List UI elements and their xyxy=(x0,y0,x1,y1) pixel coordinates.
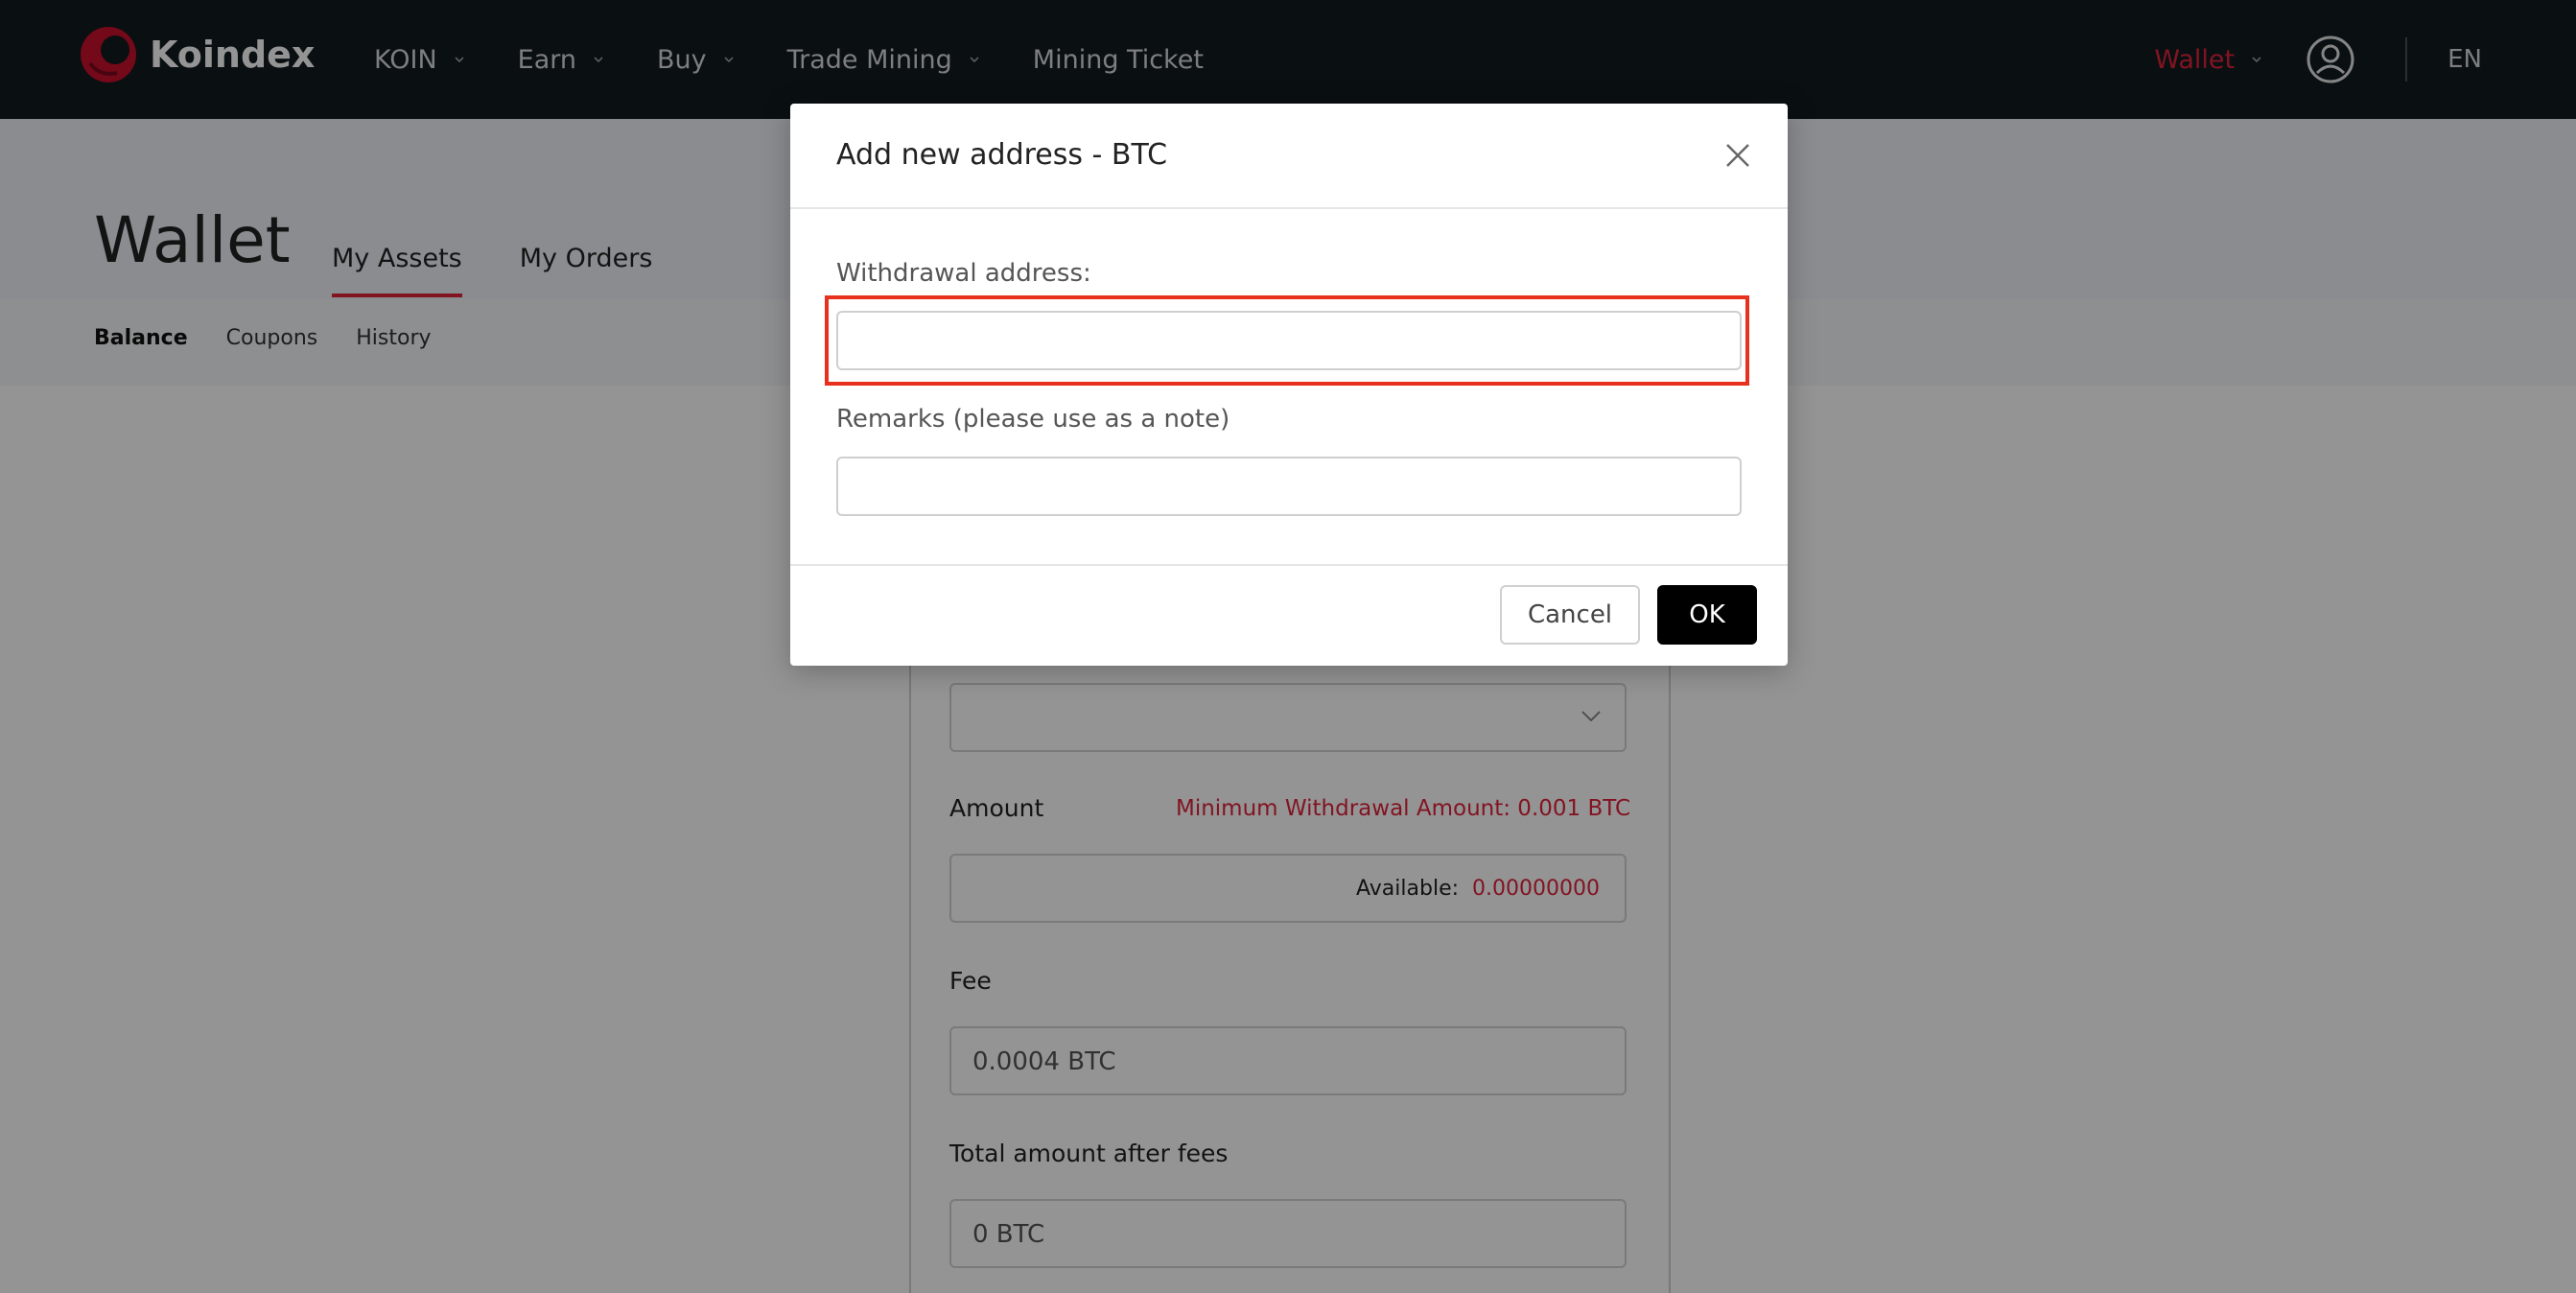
modal-footer-divider xyxy=(790,564,1788,566)
modal-header-divider xyxy=(790,207,1788,209)
cancel-button[interactable]: Cancel xyxy=(1500,585,1640,645)
add-address-modal: Add new address - BTC Withdrawal address… xyxy=(790,104,1788,666)
withdrawal-address-input[interactable] xyxy=(836,311,1742,370)
ok-button[interactable]: OK xyxy=(1657,585,1757,645)
modal-title: Add new address - BTC xyxy=(836,138,1168,172)
remarks-label: Remarks (please use as a note) xyxy=(836,405,1230,434)
withdrawal-address-label: Withdrawal address: xyxy=(836,259,1091,288)
remarks-input[interactable] xyxy=(836,457,1742,516)
close-icon[interactable] xyxy=(1724,142,1751,169)
